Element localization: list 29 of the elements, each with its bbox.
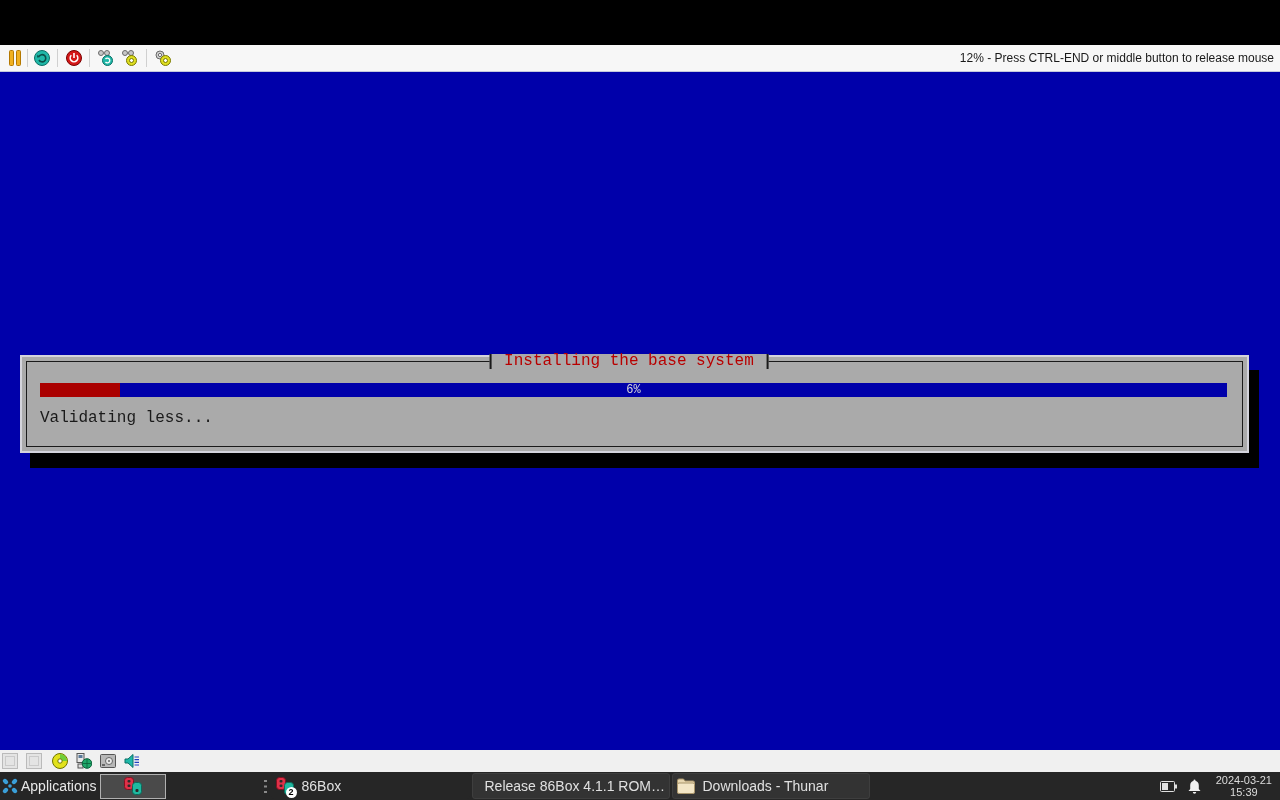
bell-icon[interactable] xyxy=(1187,778,1201,794)
gear-ring-icon[interactable] xyxy=(155,50,171,66)
dotted-square-icon[interactable] xyxy=(26,753,42,769)
hard-drive-icon[interactable] xyxy=(100,754,116,768)
status-text: Validating less... xyxy=(40,408,213,428)
clock[interactable]: 2024-03-21 15:39 xyxy=(1215,774,1272,798)
speaker-icon[interactable] xyxy=(124,753,140,769)
count-badge: 2 xyxy=(285,787,297,798)
window-button[interactable]: Release 86Box 4.1.1 ROM… xyxy=(471,773,670,799)
status-message: 12% - Press CTRL-END or middle button to release mouse xyxy=(959,50,1274,67)
app-logo-icon xyxy=(275,777,294,795)
folder-icon xyxy=(676,778,695,794)
reset-icon[interactable] xyxy=(34,50,50,66)
applications-menu-button[interactable]: Applications xyxy=(0,773,99,799)
gears-ring-icon[interactable] xyxy=(122,50,138,66)
gears-arrow-icon[interactable] xyxy=(98,50,114,66)
pause-icon[interactable] xyxy=(9,50,21,66)
power-icon[interactable] xyxy=(66,50,82,66)
network-icon[interactable] xyxy=(76,753,92,769)
launcher-button[interactable] xyxy=(99,773,166,799)
window-button[interactable]: Downloads - Thunar xyxy=(671,773,870,799)
cross-icon xyxy=(2,778,18,794)
dialog-title: Installing the base system xyxy=(489,354,769,369)
drag-handle-icon xyxy=(263,779,267,793)
progress-label: 6% xyxy=(626,383,641,397)
disc-icon[interactable] xyxy=(52,753,68,769)
dotted-square-icon[interactable] xyxy=(2,753,18,769)
battery-icon[interactable] xyxy=(1159,780,1177,792)
app-logo-icon xyxy=(123,777,142,795)
